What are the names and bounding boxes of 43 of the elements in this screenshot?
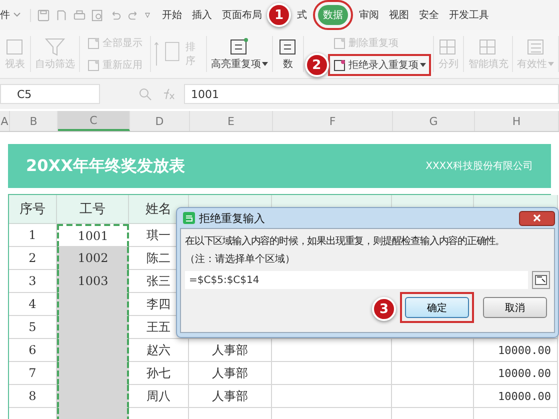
range-field[interactable]: =$C$5:$C$14 bbox=[185, 271, 528, 289]
table-cell[interactable]: 1003 bbox=[57, 270, 129, 293]
table-cell: 人事部 bbox=[189, 362, 272, 385]
column-header[interactable]: G bbox=[393, 111, 475, 131]
dialog-title: 拒绝重复输入 bbox=[199, 210, 265, 226]
file-menu[interactable]: 件 bbox=[0, 8, 10, 22]
step-badge: 2 bbox=[304, 53, 329, 77]
table-cell[interactable]: 1001 bbox=[57, 224, 129, 247]
table-cell: 人事部 bbox=[189, 385, 272, 408]
column-header[interactable]: E bbox=[190, 111, 273, 131]
sheet-title: 20XX年年终奖发放表 bbox=[26, 156, 185, 176]
step-badge: 1 bbox=[267, 3, 292, 27]
table-cell[interactable]: 1002 bbox=[57, 247, 129, 270]
table-cell: 周八 bbox=[129, 385, 189, 408]
ribbon-tab[interactable]: 插入 bbox=[187, 5, 218, 25]
dialog-button[interactable]: 确定 bbox=[405, 297, 469, 318]
ribbon-tab[interactable]: 页面布局 bbox=[217, 5, 268, 25]
column-header[interactable]: F bbox=[273, 111, 393, 131]
table-cell: 孙七 bbox=[129, 362, 189, 385]
column-header[interactable]: D bbox=[130, 111, 190, 131]
header-cell: 序号 bbox=[9, 195, 57, 224]
company-name: XXXX科技股份有限公司 bbox=[426, 160, 533, 173]
header-cell: 工号 bbox=[57, 195, 129, 224]
ribbon-tab[interactable]: 安全 bbox=[414, 5, 444, 25]
column-header[interactable]: H bbox=[475, 111, 559, 131]
ribbon-button[interactable]: 数 bbox=[272, 37, 303, 71]
ribbon-tab[interactable]: 开始 bbox=[157, 5, 188, 25]
ribbon-tab[interactable]: 审阅 bbox=[354, 5, 384, 25]
name-box[interactable]: C5 bbox=[0, 84, 100, 104]
table-cell: 赵六 bbox=[129, 339, 189, 362]
column-header[interactable]: A bbox=[0, 111, 10, 131]
table-cell: 人事部 bbox=[189, 339, 272, 362]
ribbon-button[interactable]: 高亮重复项 bbox=[206, 37, 272, 71]
step-badge: 3 bbox=[372, 297, 396, 321]
dialog-button[interactable]: 取消 bbox=[483, 297, 547, 318]
ribbon-tab[interactable]: 开发工具 bbox=[444, 5, 494, 25]
table-cell: 10000.00 bbox=[474, 339, 558, 362]
ribbon-button[interactable]: 拒绝录入重复项 bbox=[330, 56, 429, 74]
ribbon-tab[interactable]: 视图 bbox=[384, 5, 414, 25]
table-cell: 10000.00 bbox=[474, 362, 558, 385]
ribbon-tab[interactable]: 式 bbox=[292, 5, 312, 25]
formula-field[interactable]: 1001 bbox=[184, 84, 559, 104]
table-cell: 10000.00 bbox=[474, 385, 558, 408]
